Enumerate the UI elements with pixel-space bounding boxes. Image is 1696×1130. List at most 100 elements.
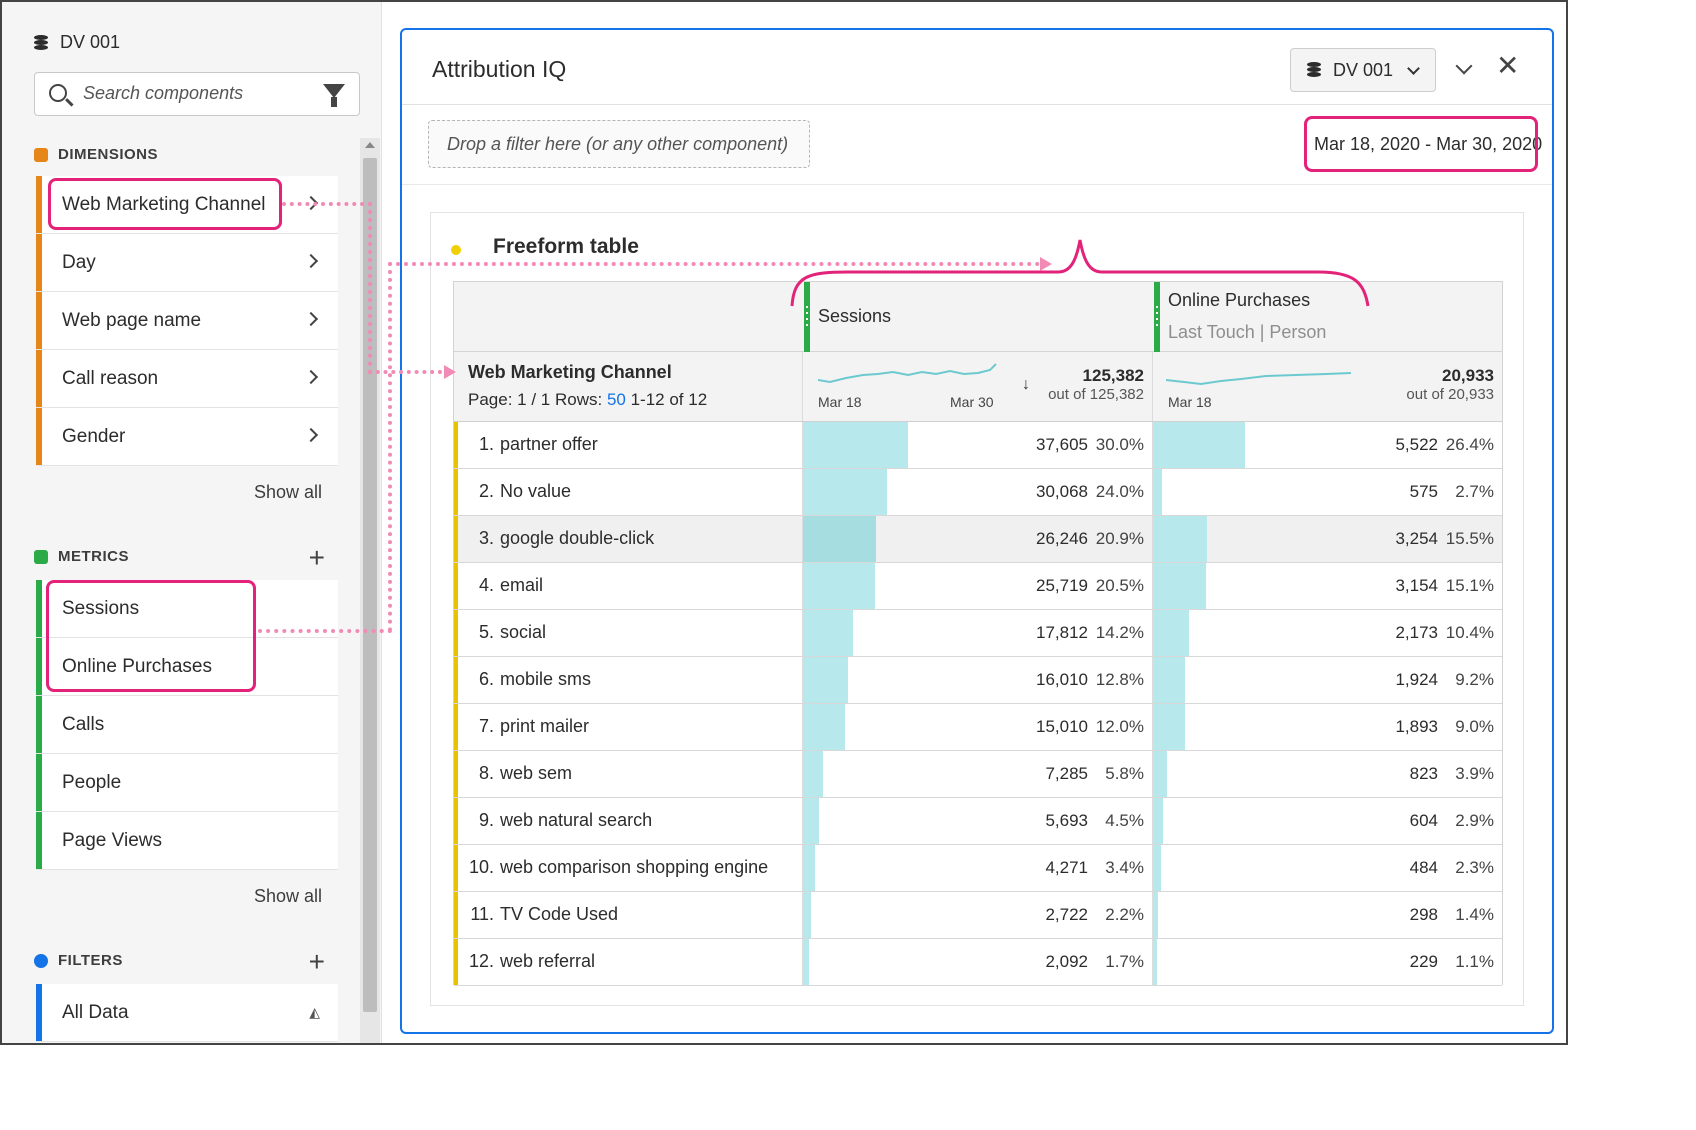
metrics-header: METRICS [34, 548, 129, 565]
dimension-header[interactable]: Web Marketing Channel [468, 362, 672, 383]
row-label[interactable]: 12. web referral [468, 951, 595, 972]
column-divider [802, 798, 803, 844]
table-row[interactable]: 5. social 17,812 14.2% 2,173 10.4% [454, 610, 1502, 657]
row-label[interactable]: 9. web natural search [468, 810, 652, 831]
metric-item[interactable]: People [36, 754, 338, 812]
column-divider [802, 939, 803, 985]
app-window: DV 001 DIMENSIONS Web Marketing Channel … [0, 0, 1568, 1045]
sessions-value: 17,812 [1036, 623, 1088, 642]
table-row[interactable]: 9. web natural search 5,693 4.5% 604 2.9% [454, 798, 1502, 845]
chevron-right-icon[interactable] [303, 369, 319, 385]
sessions-value: 25,719 [1036, 576, 1088, 595]
chevron-right-icon[interactable] [303, 311, 319, 327]
table-row[interactable]: 4. email 25,719 20.5% 3,154 15.1% [454, 563, 1502, 610]
row-marker [454, 704, 458, 750]
row-label[interactable]: 6. mobile sms [468, 669, 591, 690]
row-label[interactable]: 8. web sem [468, 763, 572, 784]
purchases-value: 604 [1409, 811, 1438, 830]
sessions-bar [803, 704, 845, 750]
column-divider [1152, 892, 1153, 938]
sessions-bar [803, 563, 875, 609]
panel-data-source-dropdown[interactable]: DV 001 [1290, 48, 1436, 92]
dimension-item[interactable]: Day [36, 234, 338, 292]
metrics-icon [34, 549, 48, 564]
row-label[interactable]: 11. TV Code Used [468, 904, 618, 925]
row-label[interactable]: 10. web comparison shopping engine [468, 857, 768, 878]
row-marker [454, 610, 458, 656]
table-row[interactable]: 1. partner offer 37,605 30.0% 5,522 26.4% [454, 422, 1502, 469]
sparkline-start-label: Mar 18 [1168, 394, 1212, 410]
column-divider [1152, 751, 1153, 797]
row-rank: 2. [478, 481, 494, 501]
table-row[interactable]: 3. google double-click 26,246 20.9% 3,254 15.… [454, 516, 1502, 563]
metric-header-sessions[interactable]: Sessions [818, 306, 891, 327]
row-rank: 4. [478, 575, 494, 595]
table-row[interactable]: 2. No value 30,068 24.0% 575 2.7% [454, 469, 1502, 516]
chevron-right-icon[interactable] [303, 253, 319, 269]
rows-per-page-selector[interactable]: 50 [607, 390, 626, 409]
dimensions-show-all-link[interactable]: Show all [254, 482, 322, 503]
dimension-item[interactable]: Call reason [36, 350, 338, 408]
row-marker [454, 563, 458, 609]
annotation-highlight [1304, 116, 1538, 172]
row-label[interactable]: 7. print mailer [468, 716, 589, 737]
column-divider [802, 422, 803, 468]
sessions-value: 7,285 [1045, 764, 1088, 783]
column-divider [1152, 798, 1153, 844]
dimension-label: Web page name [62, 309, 202, 331]
add-filter-button[interactable]: + [309, 948, 325, 976]
status-dot [451, 245, 461, 255]
metric-item[interactable]: Calls [36, 696, 338, 754]
sessions-bar [803, 516, 877, 562]
table-row[interactable]: 10. web comparison shopping engine 4,271 3.… [454, 845, 1502, 892]
search-box[interactable] [34, 72, 360, 116]
sessions-total: 125,382 out of 125,382 [1014, 366, 1144, 403]
table-row[interactable]: 12. web referral 2,092 1.7% 229 1.1% [454, 939, 1502, 986]
attribution-model-label: Last Touch | Person [1168, 322, 1327, 342]
row-marker [454, 751, 458, 797]
annotation-connector [368, 370, 442, 374]
row-label[interactable]: 3. google double-click [468, 528, 654, 549]
purchases-percent: 15.5% [1445, 529, 1494, 548]
dimension-item[interactable]: Gender [36, 408, 338, 466]
close-icon[interactable]: ✕ [1496, 52, 1519, 80]
search-input[interactable] [83, 83, 303, 104]
row-label[interactable]: 1. partner offer [468, 434, 598, 455]
purchases-value: 2,173 [1395, 623, 1438, 642]
funnel-icon[interactable] [323, 84, 345, 107]
table-row[interactable]: 7. print mailer 15,010 12.0% 1,893 9.0% [454, 704, 1502, 751]
add-metric-button[interactable]: + [309, 544, 325, 572]
table-row[interactable]: 11. TV Code Used 2,722 2.2% 298 1.4% [454, 892, 1502, 939]
row-rank: 9. [478, 810, 494, 830]
purchases-value: 298 [1409, 905, 1438, 924]
row-marker [454, 939, 458, 985]
pagination-info: Page: 1 / 1 Rows: 50 1-12 of 12 [468, 390, 707, 410]
dimension-item[interactable]: Web page name [36, 292, 338, 350]
annotation-connector [388, 262, 1040, 266]
row-label[interactable]: 4. email [468, 575, 543, 596]
data-source-selector[interactable]: DV 001 [34, 32, 120, 53]
purchases-percent: 1.1% [1455, 952, 1494, 971]
metrics-show-all-link[interactable]: Show all [254, 886, 322, 907]
table-row[interactable]: 8. web sem 7,285 5.8% 823 3.9% [454, 751, 1502, 798]
sessions-value: 26,246 [1036, 529, 1088, 548]
table-row[interactable]: 6. mobile sms 16,010 12.8% 1,924 9.2% [454, 657, 1502, 704]
sessions-value: 4,271 [1045, 858, 1088, 877]
row-rank: 10. [468, 857, 494, 877]
metric-item[interactable]: Page Views [36, 812, 338, 870]
filter-drop-zone[interactable]: Drop a filter here (or any other compone… [428, 120, 810, 168]
metric-label: People [62, 771, 122, 793]
row-label[interactable]: 2. No value [468, 481, 571, 502]
scroll-up-icon[interactable] [365, 142, 375, 148]
freeform-table: Sessions Online Purchases Last Touch | P… [453, 281, 1503, 986]
purchases-percent: 15.1% [1445, 576, 1494, 595]
purchases-value: 575 [1409, 482, 1438, 501]
row-label[interactable]: 5. social [468, 622, 546, 643]
dimensions-heading: DIMENSIONS [58, 146, 159, 163]
panel-title: Attribution IQ [432, 56, 567, 82]
collapse-panel-icon[interactable] [1455, 57, 1473, 75]
sessions-percent: 20.5% [1095, 576, 1144, 595]
chevron-right-icon[interactable] [303, 427, 319, 443]
filter-item[interactable]: All Data ◭ [36, 984, 338, 1042]
annotation-connector [258, 629, 392, 633]
